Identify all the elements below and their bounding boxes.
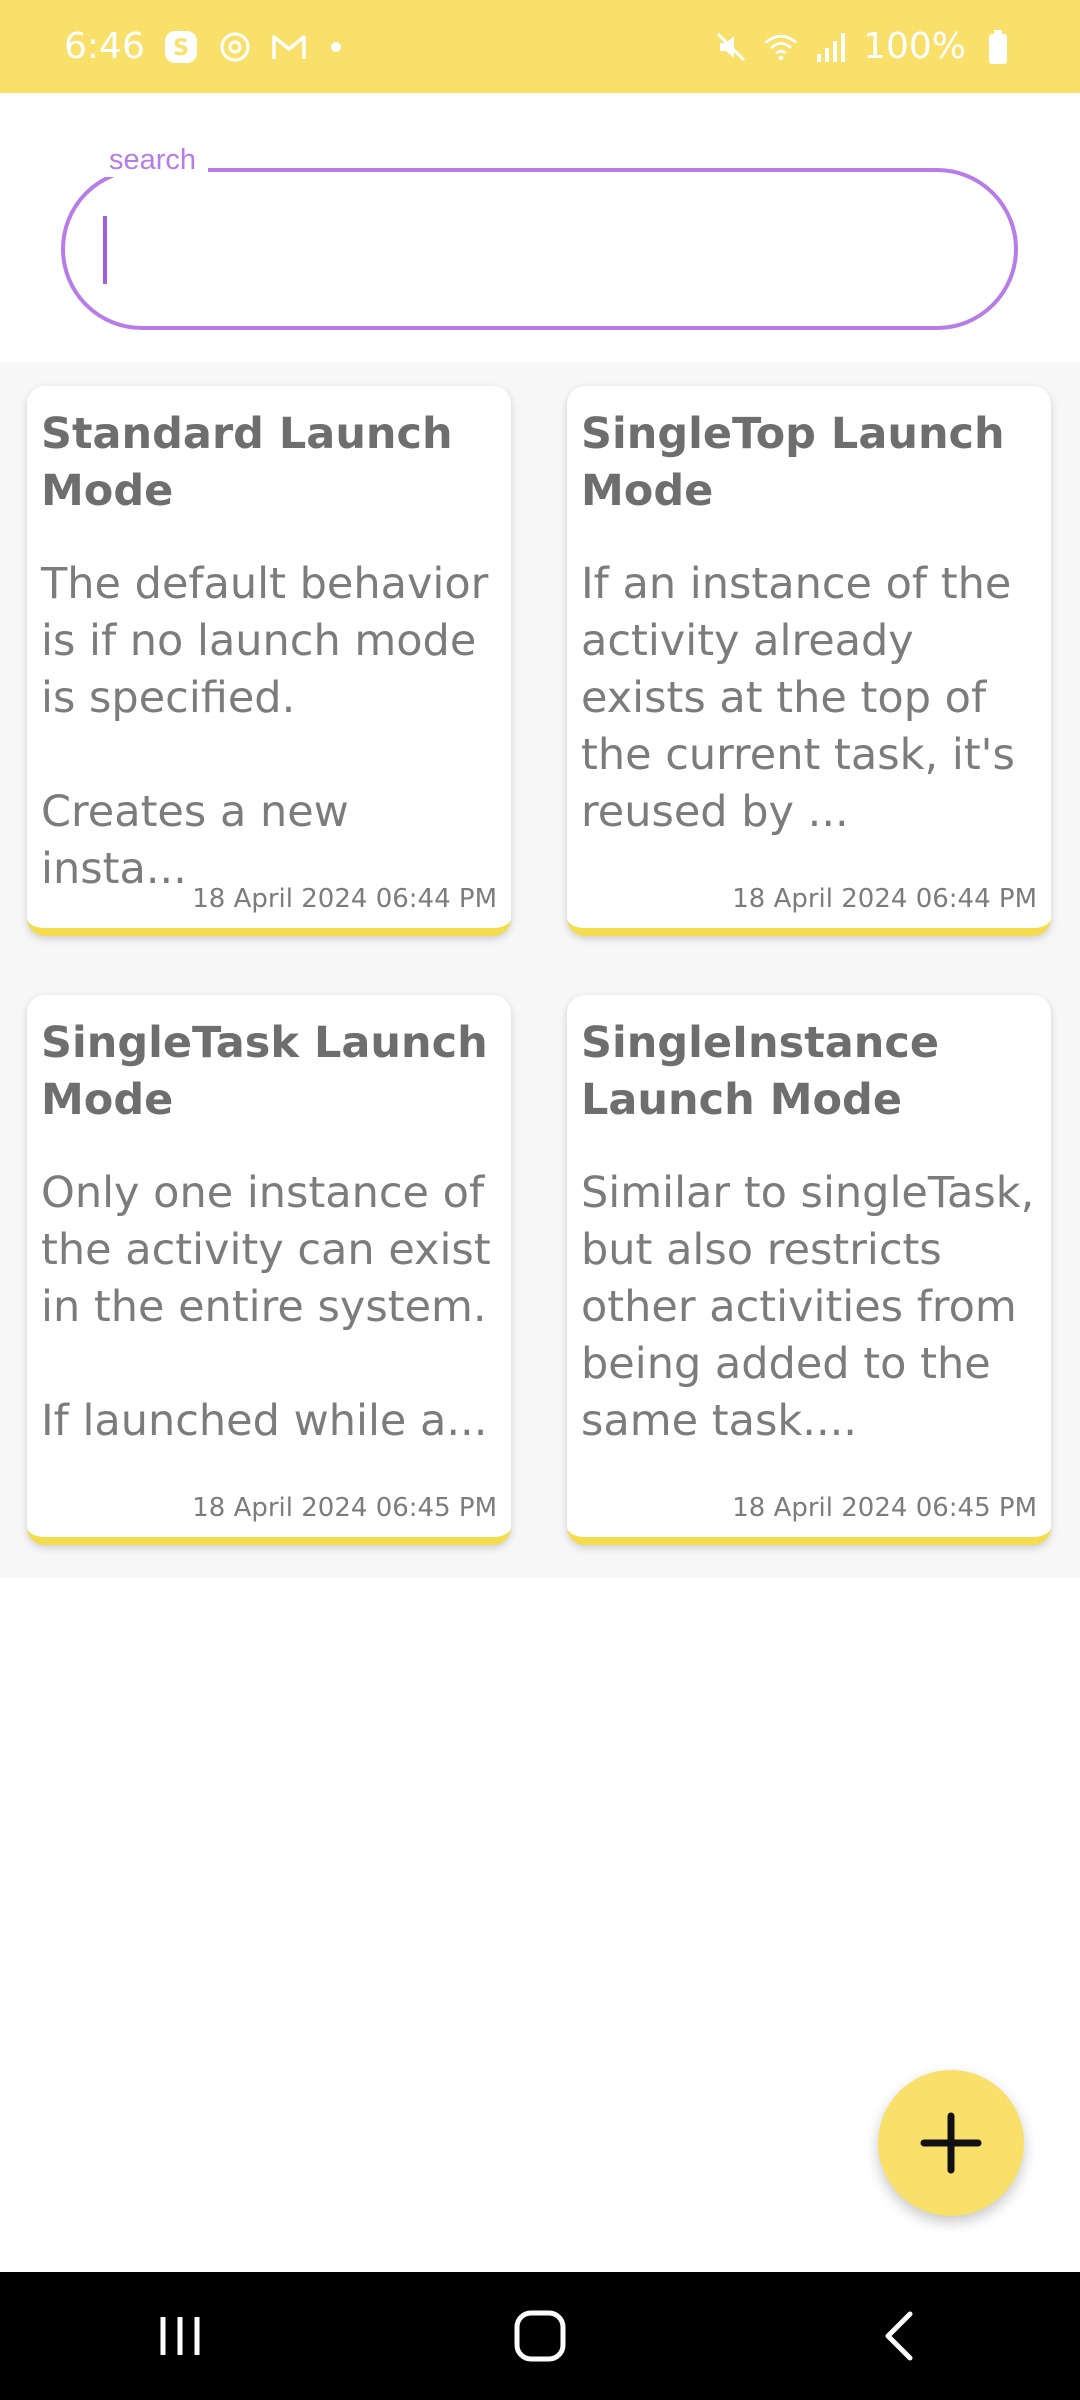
system-nav-bar xyxy=(0,2272,1080,2400)
note-date: 18 April 2024 06:45 PM xyxy=(732,1493,1037,1523)
note-preview: Similar to singleTask, but also restrict… xyxy=(581,1168,1035,1446)
mute-icon xyxy=(713,29,749,65)
note-title: SingleTask Launch Mode xyxy=(41,1018,488,1125)
note-preview: Only one instance of the activity can ex… xyxy=(41,1168,491,1446)
dot-icon xyxy=(330,41,341,52)
note-card[interactable]: SingleInstance Launch Mode Similar to si… xyxy=(567,995,1051,1545)
note-date: 18 April 2024 06:44 PM xyxy=(732,884,1037,914)
gmail-icon xyxy=(271,29,307,65)
search-field[interactable]: search xyxy=(61,144,1018,330)
back-button[interactable] xyxy=(840,2286,960,2386)
add-note-button[interactable] xyxy=(878,2070,1024,2216)
note-preview: The default behavior is if no launch mod… xyxy=(41,559,489,894)
back-icon xyxy=(885,2311,913,2361)
home-button[interactable] xyxy=(480,2286,600,2386)
battery-percent: 100% xyxy=(863,26,966,67)
signal-icon xyxy=(813,29,849,65)
search-input[interactable] xyxy=(91,208,975,290)
search-label: search xyxy=(97,144,209,177)
note-title: SingleInstance Launch Mode xyxy=(581,1018,940,1125)
note-title: Standard Launch Mode xyxy=(41,409,453,516)
note-card[interactable]: SingleTop Launch Mode If an instance of … xyxy=(567,386,1051,936)
status-time: 6:46 xyxy=(64,26,145,67)
skype-icon: S xyxy=(163,29,199,65)
note-card[interactable]: Standard Launch Mode The default behavio… xyxy=(27,386,511,936)
wifi-icon xyxy=(763,29,799,65)
note-title: SingleTop Launch Mode xyxy=(581,409,1005,516)
battery-icon xyxy=(980,29,1016,65)
recents-icon xyxy=(160,2317,200,2355)
note-date: 18 April 2024 06:44 PM xyxy=(192,884,497,914)
status-bar-left: 6:46 S xyxy=(64,26,341,67)
status-bar-right: 100% xyxy=(713,26,1016,67)
plus-icon xyxy=(920,2112,982,2174)
sync-icon xyxy=(217,29,253,65)
status-bar: 6:46 S 100% xyxy=(0,0,1080,93)
note-preview: If an instance of the activity already e… xyxy=(581,559,1015,837)
note-date: 18 April 2024 06:45 PM xyxy=(192,1493,497,1523)
recents-button[interactable] xyxy=(120,2286,240,2386)
note-card[interactable]: SingleTask Launch Mode Only one instance… xyxy=(27,995,511,1545)
home-icon xyxy=(514,2310,566,2362)
svg-text:S: S xyxy=(173,36,189,61)
